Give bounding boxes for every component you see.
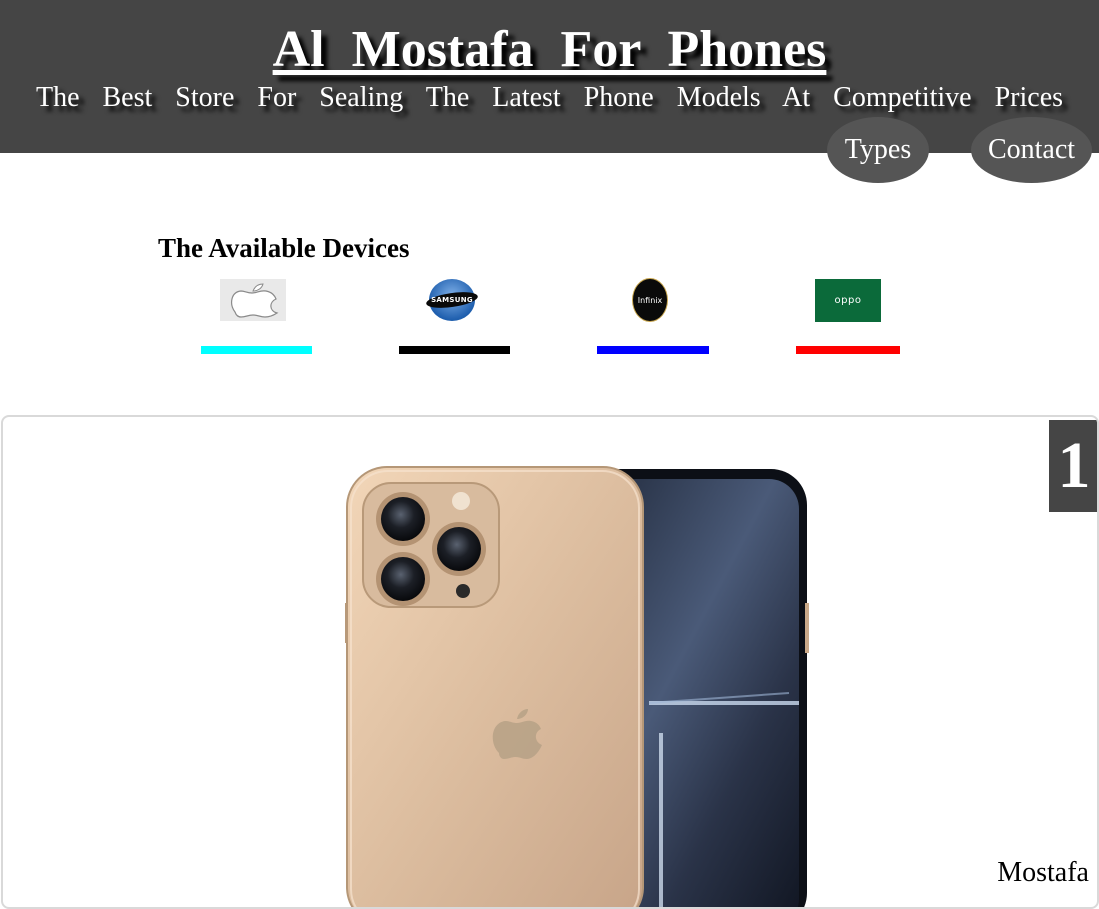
site-tagline: The Best Store For Sealing The Latest Ph… <box>35 82 1064 113</box>
site-title: Al Mostafa For Phones <box>272 21 827 78</box>
oppo-logo-text: oppo <box>834 294 862 306</box>
brand-bar-apple <box>201 346 312 354</box>
samsung-logo-icon: SAMSUNG <box>425 279 479 321</box>
slideshow-card: 1 Mostafa <box>1 415 1099 909</box>
brand-oppo[interactable]: oppo <box>815 278 881 322</box>
infinix-logo-icon: Infinix <box>632 278 668 322</box>
oppo-logo-icon: oppo <box>815 278 881 322</box>
nav-types-button[interactable]: Types <box>827 117 929 183</box>
slide-caption: Mostafa <box>997 857 1089 888</box>
slide-number: 1 <box>1049 420 1097 512</box>
nav-contact-button[interactable]: Contact <box>971 117 1092 183</box>
infinix-logo-text: Infinix <box>637 295 663 305</box>
site-header: Al Mostafa For Phones The Best Store For… <box>0 0 1099 153</box>
brand-bar-samsung <box>399 346 510 354</box>
brand-samsung[interactable]: SAMSUNG <box>425 278 479 322</box>
brand-bar-infinix <box>597 346 709 354</box>
apple-logo-icon <box>220 279 286 321</box>
brand-infinix[interactable]: Infinix <box>632 278 668 322</box>
devices-heading: The Available Devices <box>158 233 410 263</box>
brand-apple[interactable] <box>220 278 286 322</box>
iphone-product-image <box>319 453 841 907</box>
samsung-logo-text: SAMSUNG <box>431 296 473 304</box>
brand-bar-oppo <box>796 346 900 354</box>
